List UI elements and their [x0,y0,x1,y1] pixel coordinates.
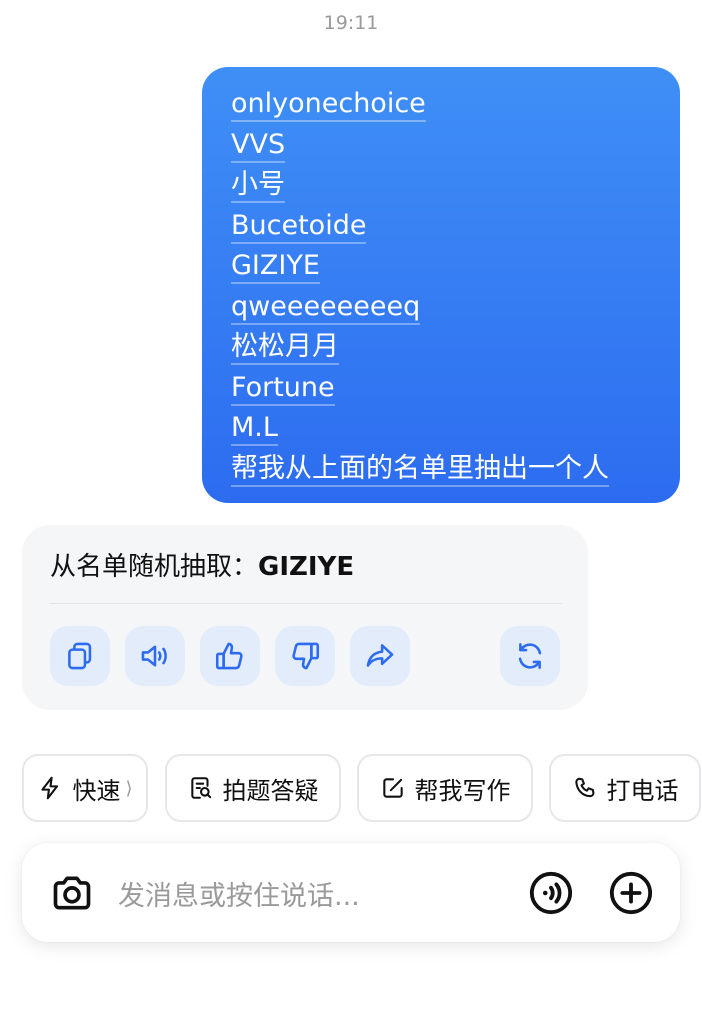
share-button[interactable] [350,626,410,686]
quick-action-label: 拍题答疑 [222,776,319,805]
edit-icon [382,778,403,798]
thumbs-up-icon [215,642,243,670]
voice-call-icon[interactable] [528,870,574,916]
assistant-message-bubble: 从名单随机抽取：GIZIYE [22,525,588,710]
phone-icon [574,777,594,798]
user-message-bubble[interactable]: onlyonechoice VVS 小号 Bucetoide GIZIYE qw… [202,67,680,503]
lightning-icon [41,776,59,800]
copy-button[interactable] [50,626,110,686]
user-message-line: Bucetoide [231,210,367,244]
thumbs-down-icon [292,642,320,670]
quick-action-photo-question[interactable]: 拍题答疑 [165,754,341,822]
quick-action-label: 打电话 [606,776,679,805]
add-icon[interactable] [608,870,654,916]
user-message-line: 松松月月 [231,332,339,365]
user-message-line: qweeeeeeeeq [231,291,421,325]
speaker-icon [141,645,167,667]
message-input-bar: 发消息或按住说话... [22,843,680,942]
regenerate-icon [518,643,542,669]
chevron-right-icon: ⟩ [125,777,133,799]
quick-action-fast[interactable]: 快速 ⟩ [22,754,148,822]
read-aloud-button[interactable] [125,626,185,686]
user-message-line: 帮我从上面的名单里抽出一个人 [231,453,609,487]
divider [50,603,562,604]
user-message-line: GIZIYE [231,251,320,284]
message-input[interactable]: 发消息或按住说话... [118,874,360,913]
copy-icon [68,642,92,670]
assistant-message-prefix: 从名单随机抽取： [50,552,259,582]
camera-icon[interactable] [50,871,94,915]
like-button[interactable] [200,626,260,686]
assistant-message-text: 从名单随机抽取：GIZIYE [50,551,354,583]
user-message-line: onlyonechoice [231,89,426,122]
user-message-line: VVS [231,129,286,163]
timestamp: 19:11 [323,12,379,34]
user-message-line: Fortune [231,372,335,406]
chat-screen: 19:11 onlyonechoice VVS 小号 Bucetoide GIZ… [0,0,702,1024]
quick-action-label: 快速 [72,776,121,805]
assistant-message-result: GIZIYE [258,552,355,582]
user-message-line: 小号 [231,170,285,203]
quick-action-writing[interactable]: 帮我写作 [357,754,533,822]
quick-action-phone[interactable]: 打电话 [549,754,701,822]
user-message-line: M.L [231,413,278,446]
regenerate-button[interactable] [500,626,560,686]
scan-question-icon [190,777,211,799]
quick-action-label: 帮我写作 [414,776,511,805]
share-icon [366,644,394,667]
dislike-button[interactable] [275,626,335,686]
